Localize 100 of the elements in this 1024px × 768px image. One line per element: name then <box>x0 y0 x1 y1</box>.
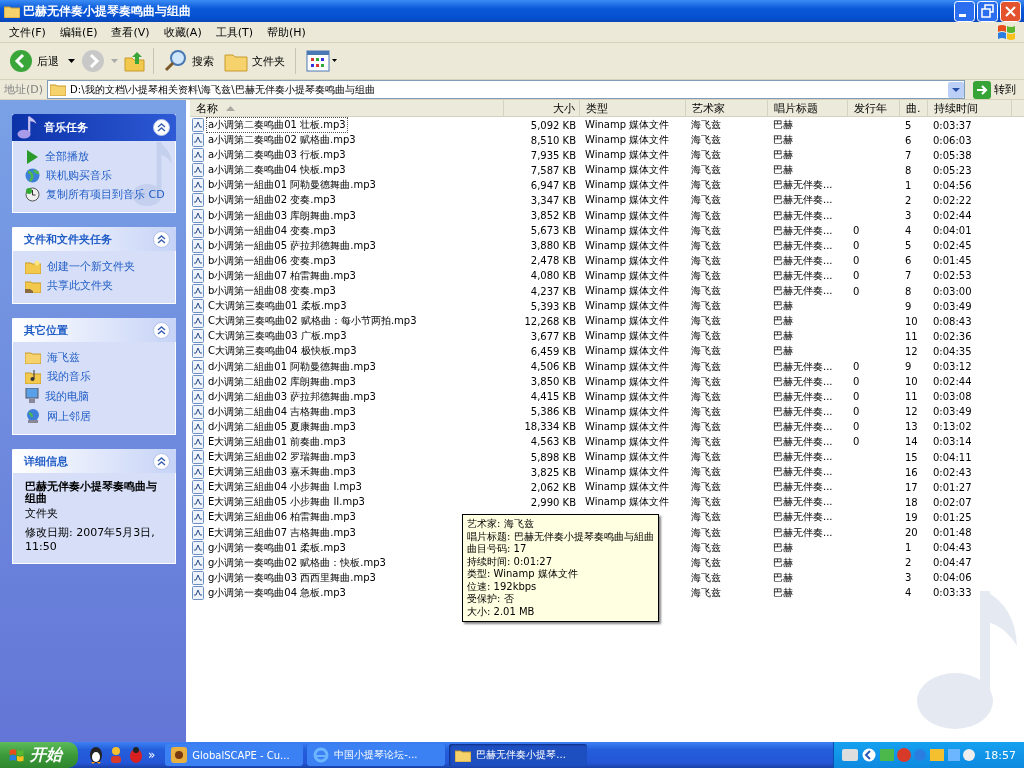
file-name[interactable]: b小调第一組曲07 柏雷舞曲.mp3 <box>206 267 358 284</box>
panel-title: 音乐任务 <box>44 120 89 135</box>
folder-up-icon[interactable] <box>124 50 146 72</box>
task-link[interactable]: 我的音乐 <box>47 369 91 384</box>
artist-cell: 海飞兹 <box>691 585 721 600</box>
file-type: Winamp 媒体文件 <box>585 344 670 359</box>
file-name[interactable]: d小调第二組曲04 吉格舞曲.mp3 <box>206 403 358 420</box>
tray-icons-drawing[interactable] <box>880 747 977 763</box>
file-name[interactable]: d小调第二組曲02 库朗舞曲.mp3 <box>206 373 358 390</box>
task-link[interactable]: 复制所有项目到音乐 CD <box>46 187 165 202</box>
track-number: 2 <box>905 557 912 569</box>
task-link[interactable]: 联机购买音乐 <box>46 168 112 183</box>
minimize-button[interactable] <box>954 0 975 22</box>
year-cell: 0 <box>853 255 860 267</box>
menu-item[interactable]: 编辑(E) <box>52 24 105 40</box>
column-header[interactable]: 持续时间 <box>928 100 1012 116</box>
file-name[interactable]: C大调第三奏鸣曲02 赋格曲：每小节两拍.mp3 <box>206 313 419 330</box>
audio-file-icon <box>192 434 204 449</box>
file-name[interactable]: b小调第一組曲06 变奏.mp3 <box>206 252 338 269</box>
column-header[interactable]: 唱片标题 <box>768 100 848 116</box>
file-name[interactable]: b小调第一組曲08 变奏.mp3 <box>206 283 338 300</box>
file-name[interactable]: a小调第二奏鸣曲04 快板.mp3 <box>206 162 348 179</box>
modified-date: 修改日期: 2007年5月3日, 11:50 <box>25 525 156 554</box>
maximize-button[interactable] <box>977 0 998 22</box>
column-header[interactable]: 大小 <box>504 100 580 116</box>
file-name[interactable]: g小调第一奏鸣曲04 急板.mp3 <box>206 584 348 601</box>
task-link[interactable]: 创建一个新文件夹 <box>47 259 135 274</box>
file-name[interactable]: a小调第二奏鸣曲03 行板.mp3 <box>206 147 348 164</box>
file-name[interactable]: E大调第三組曲05 小步舞曲 II.mp3 <box>206 494 367 511</box>
back-button[interactable]: 后退 <box>6 47 62 75</box>
panel-header[interactable]: 文件和文件夹任务 <box>12 227 176 251</box>
column-header[interactable]: 艺术家 <box>686 100 768 116</box>
task-link[interactable]: 全部播放 <box>45 149 89 164</box>
bug-icon[interactable] <box>128 746 144 764</box>
taskbar-button[interactable]: GlobalSCAPE - Cu... <box>165 744 304 766</box>
file-name[interactable]: g小调第一奏鸣曲03 西西里舞曲.mp3 <box>206 569 378 586</box>
more-button[interactable]: » <box>148 748 156 762</box>
file-name[interactable]: a小调第二奏鸣曲01 壮板.mp3 <box>206 117 348 133</box>
menu-item[interactable]: 文件(F) <box>2 24 53 40</box>
task-link[interactable]: 网上邻居 <box>47 408 91 424</box>
shared-folder-icon <box>25 278 41 293</box>
file-name[interactable]: d小调第二組曲01 阿勒曼德舞曲.mp3 <box>206 358 378 375</box>
task-link[interactable]: 海飞兹 <box>47 350 80 365</box>
file-name[interactable]: E大调第三組曲02 罗瑞舞曲.mp3 <box>206 449 358 466</box>
file-name[interactable]: E大调第三組曲07 吉格舞曲.mp3 <box>206 524 358 541</box>
file-name[interactable]: d小调第二組曲05 夏康舞曲.mp3 <box>206 418 358 435</box>
artist-cell: 海飞兹 <box>691 223 721 238</box>
file-name[interactable]: b小调第一組曲04 变奏.mp3 <box>206 222 338 239</box>
chevron-icon[interactable] <box>862 748 877 762</box>
file-name[interactable]: a小调第二奏鸣曲02 赋格曲.mp3 <box>206 132 358 149</box>
file-name[interactable]: b小调第一組曲03 库朗舞曲.mp3 <box>206 207 358 224</box>
menu-item[interactable]: 工具(T) <box>208 24 260 40</box>
start-button[interactable]: 开始 <box>0 742 78 768</box>
file-name[interactable]: g小调第一奏鸣曲01 柔板.mp3 <box>206 539 348 556</box>
taskbar-button[interactable]: 中国小提琴论坛-... <box>307 744 446 766</box>
file-name[interactable]: E大调第三組曲01 前奏曲.mp3 <box>206 433 348 450</box>
collapse-chevron-icon[interactable] <box>153 230 170 248</box>
file-type: Winamp 媒体文件 <box>585 284 670 299</box>
file-size: 4,237 KB <box>530 285 576 297</box>
collapse-chevron-icon[interactable] <box>153 452 170 470</box>
artist-cell: 海飞兹 <box>691 480 721 495</box>
column-header[interactable]: 类型 <box>580 100 686 116</box>
album-cell: 巴赫 <box>773 570 793 585</box>
go-button[interactable]: 转到 <box>969 80 1020 99</box>
column-header[interactable]: 发行年 <box>848 100 900 116</box>
search-button[interactable]: 搜索 <box>161 47 217 75</box>
file-name[interactable]: C大调第三奏鸣曲03 广板.mp3 <box>206 328 349 345</box>
collapse-chevron-icon[interactable] <box>153 119 170 136</box>
artist-cell: 海飞兹 <box>691 268 721 283</box>
panel-header[interactable]: 其它位置 <box>12 318 176 342</box>
file-name[interactable]: b小调第一組曲02 变奏.mp3 <box>206 192 338 209</box>
dropdown-arrow-icon[interactable] <box>68 59 75 63</box>
panel-header[interactable]: 音乐任务 <box>12 114 176 141</box>
task-link[interactable]: 共享此文件夹 <box>47 278 113 293</box>
album-cell: 巴赫无伴奏... <box>773 253 833 268</box>
track-number: 16 <box>905 466 918 478</box>
file-name[interactable]: d小调第二組曲03 萨拉邦德舞曲.mp3 <box>206 388 378 405</box>
collapse-chevron-icon[interactable] <box>153 321 170 339</box>
column-header[interactable]: 名称 <box>190 100 504 116</box>
menu-item[interactable]: 收藏(A) <box>156 24 209 40</box>
file-name[interactable]: b小调第一組曲05 萨拉邦德舞曲.mp3 <box>206 237 378 254</box>
address-field[interactable]: D:\我的文档\小提琴相关资料\海飞兹\巴赫无伴奏小提琴奏鸣曲与组曲 <box>47 80 965 99</box>
panel-header[interactable]: 详细信息 <box>12 449 176 473</box>
menu-item[interactable]: 查看(V) <box>104 24 157 40</box>
file-name[interactable]: b小调第一組曲01 阿勒曼德舞曲.mp3 <box>206 177 378 194</box>
folders-button[interactable]: 文件夹 <box>221 48 288 74</box>
menu-item[interactable]: 帮助(H) <box>260 24 313 40</box>
file-name[interactable]: E大调第三組曲06 柏雷舞曲.mp3 <box>206 509 358 526</box>
file-name[interactable]: g小调第一奏鸣曲02 赋格曲：快板.mp3 <box>206 554 388 571</box>
duration-cell: 0:05:23 <box>933 164 972 176</box>
taskbar-button[interactable]: 巴赫无伴奏小提琴... <box>449 744 588 766</box>
file-name[interactable]: E大调第三組曲03 嘉禾舞曲.mp3 <box>206 464 358 481</box>
file-name[interactable]: E大调第三組曲04 小步舞曲 I.mp3 <box>206 479 364 496</box>
column-header[interactable]: 曲. <box>900 100 928 116</box>
task-link[interactable]: 我的电脑 <box>45 388 89 404</box>
close-button[interactable] <box>1000 0 1021 22</box>
penguin-icon[interactable] <box>88 746 104 764</box>
file-name[interactable]: C大调第三奏鸣曲04 极快板.mp3 <box>206 343 359 360</box>
file-name[interactable]: C大调第三奏鸣曲01 柔板.mp3 <box>206 298 349 315</box>
figure-icon[interactable] <box>108 746 124 764</box>
